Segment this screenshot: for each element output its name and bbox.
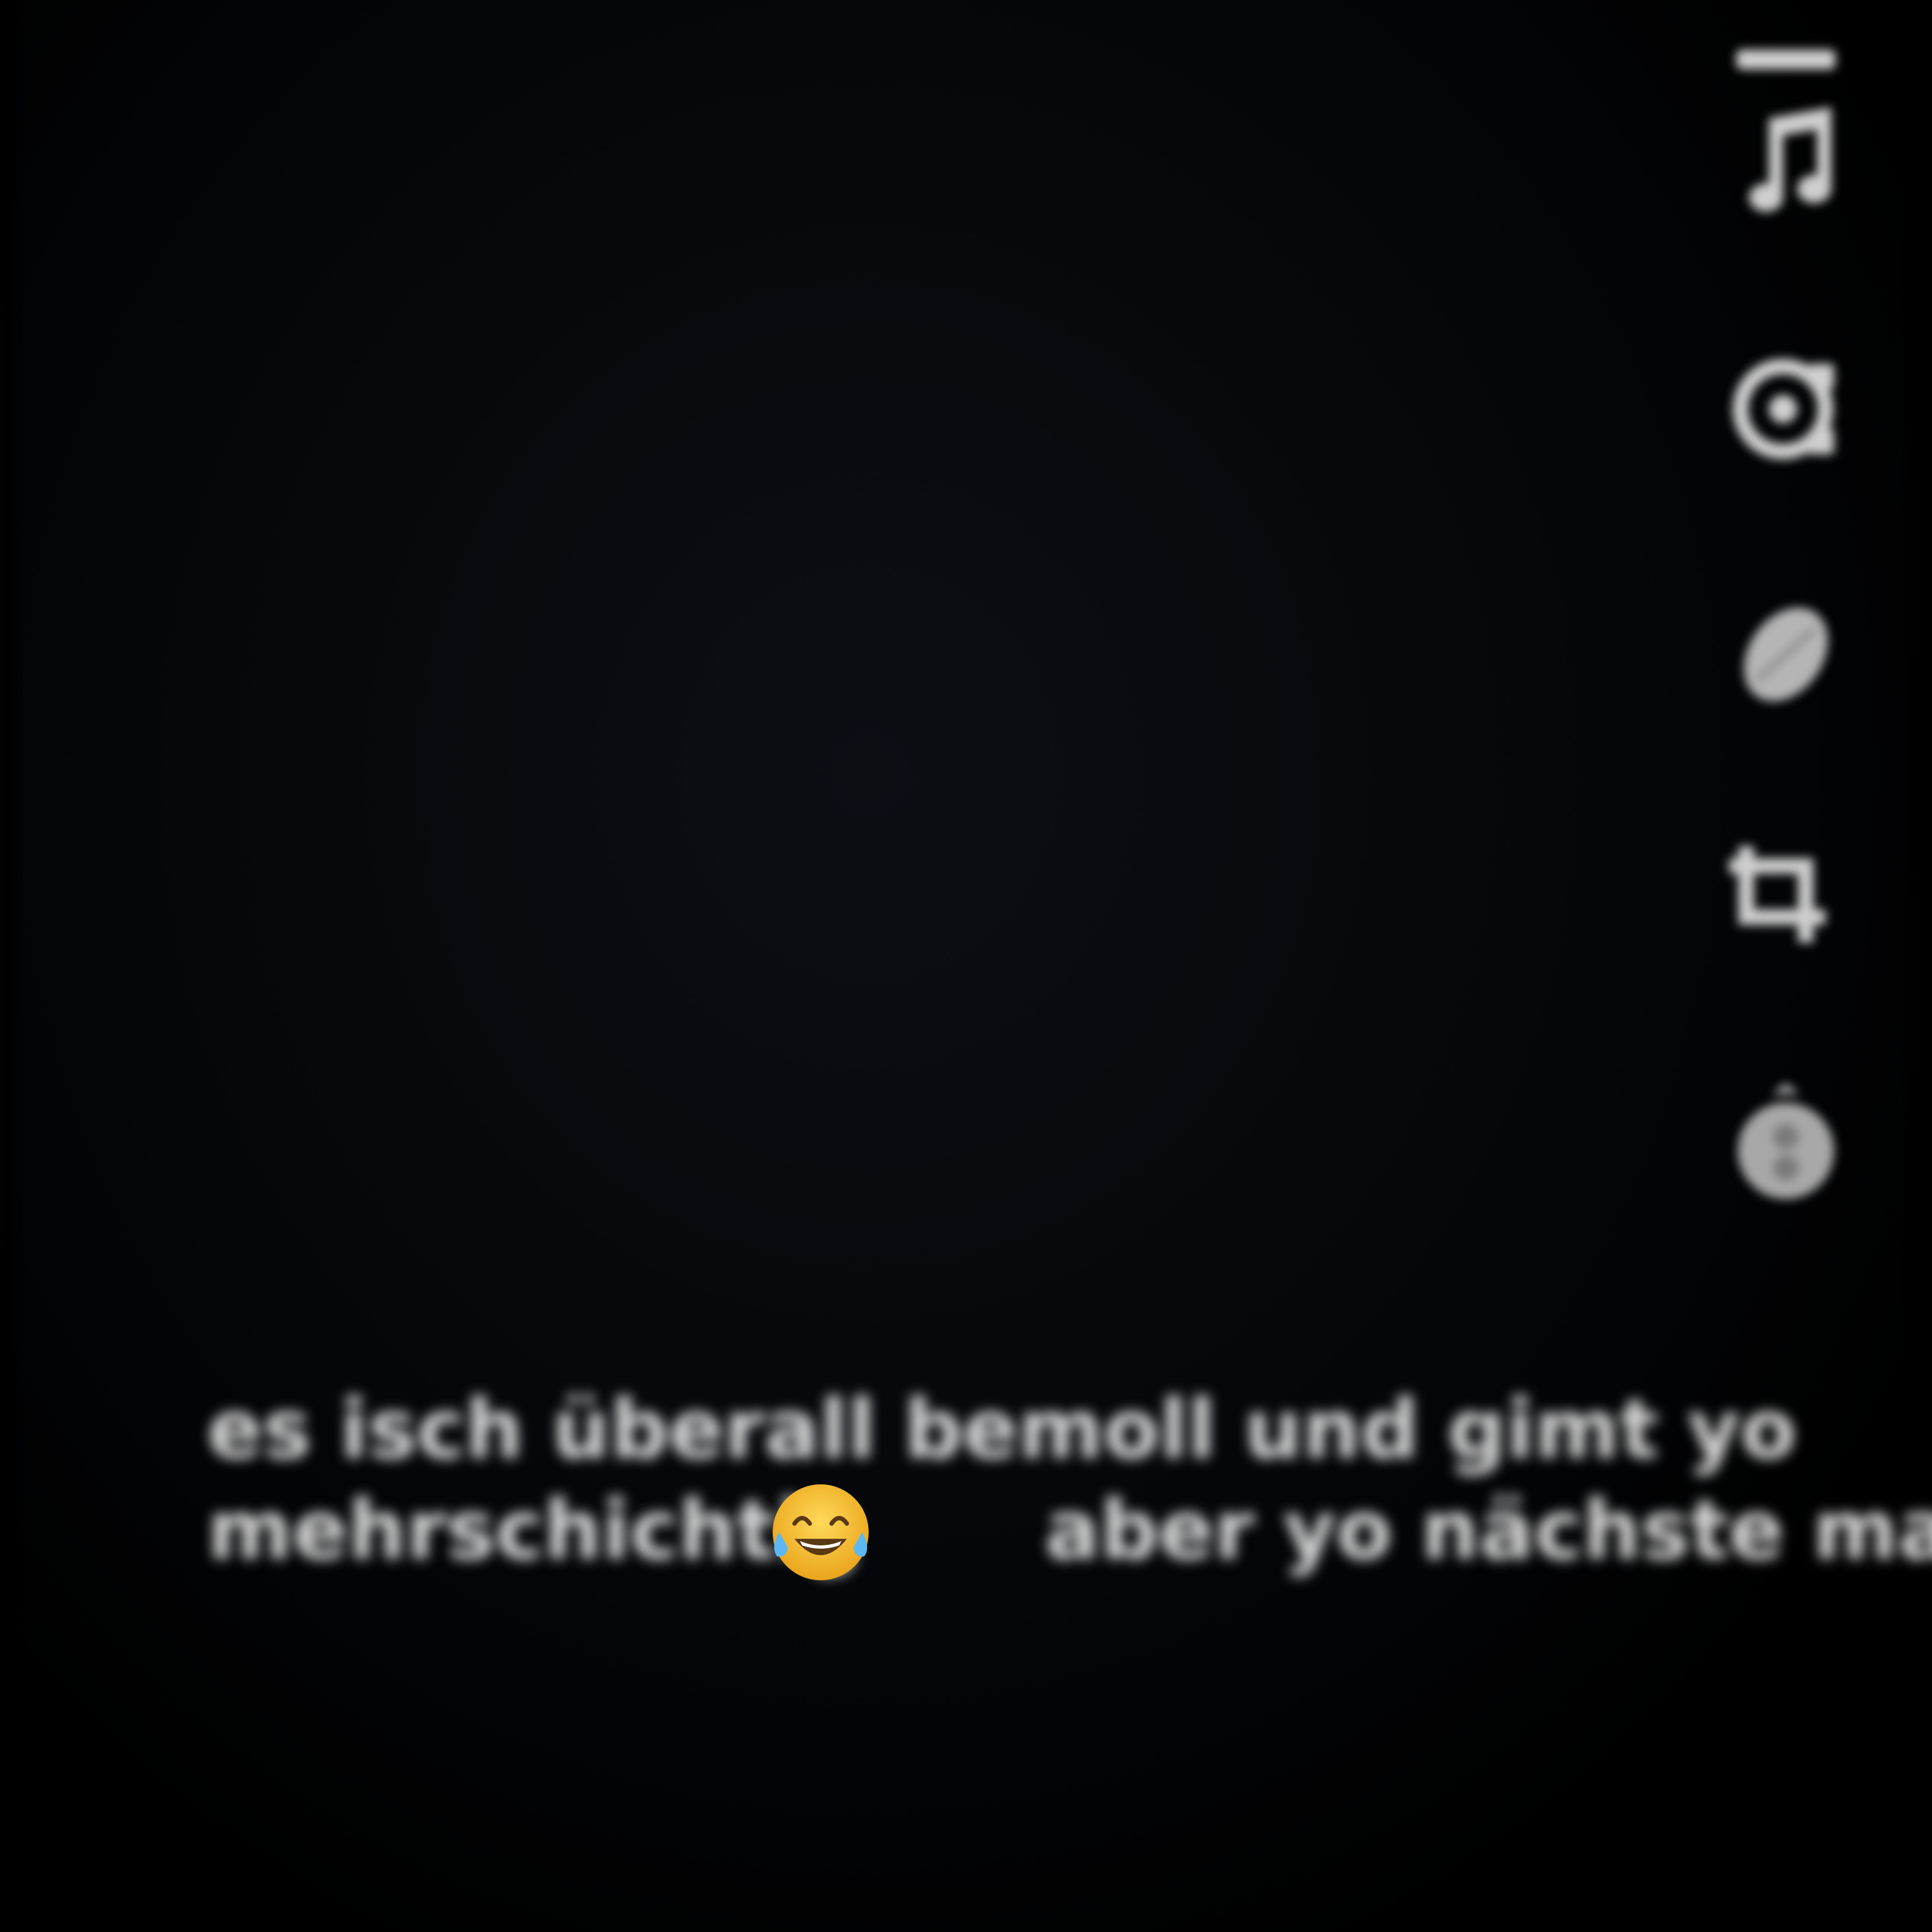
- right-border: [1910, 0, 1932, 1932]
- sticker-tool-button[interactable]: [1707, 573, 1865, 731]
- mention-tool-button[interactable]: [1707, 327, 1865, 485]
- music-tool-button[interactable]: [1707, 82, 1865, 240]
- face-with-tears-of-joy-icon: [773, 1484, 869, 1580]
- crop-icon: [1729, 846, 1826, 943]
- caption-line-2-start: mehrschichtig: [207, 1483, 863, 1578]
- timer-icon: [1737, 1082, 1834, 1199]
- link-icon: [1732, 358, 1834, 460]
- sticker-icon: [1743, 607, 1828, 702]
- left-border: [0, 0, 15, 1932]
- story-tool-rail: [1707, 0, 1865, 1320]
- crop-tool-button[interactable]: [1707, 812, 1865, 971]
- caption-line-1-text: es isch überall bemoll und gimt yo: [207, 1382, 1797, 1477]
- caption-line-2: mehrschichtig aber yo nächste mal: [207, 1480, 1932, 1581]
- timer-tool-button[interactable]: [1707, 1063, 1865, 1221]
- story-viewer: es isch überall bemoll und gimt yo mehrs…: [0, 0, 1932, 1932]
- story-caption: es isch überall bemoll und gimt yo mehrs…: [207, 1380, 1932, 1581]
- caption-line-2-end: aber yo nächste mal: [1044, 1483, 1932, 1578]
- music-note-icon: [1749, 107, 1832, 212]
- caption-line-1: es isch überall bemoll und gimt yo: [207, 1380, 1797, 1480]
